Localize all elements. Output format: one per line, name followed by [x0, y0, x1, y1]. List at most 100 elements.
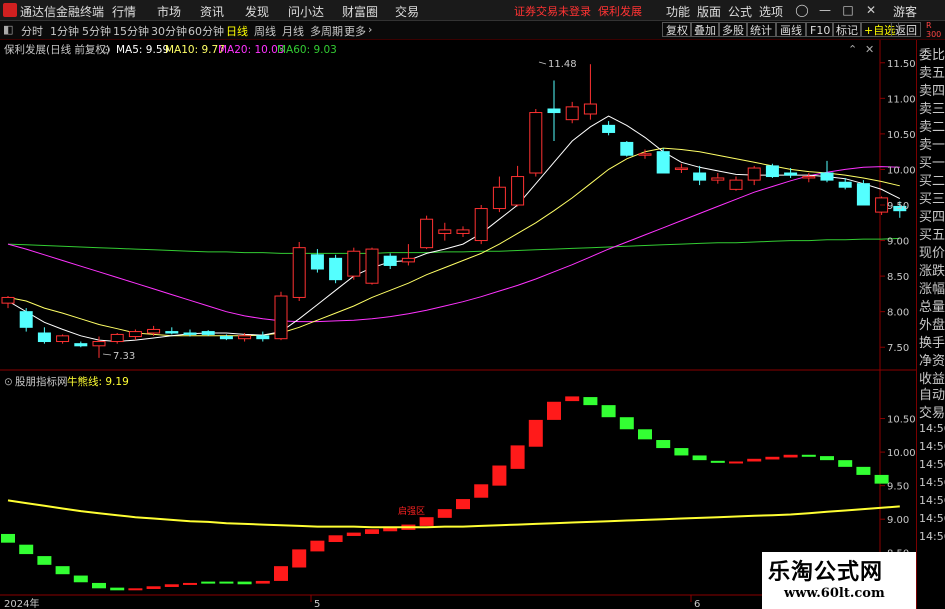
indicator-bar: [601, 405, 616, 418]
period-more[interactable]: 更多: [344, 23, 366, 39]
menu-discover[interactable]: 发现: [245, 3, 269, 20]
indicator-bar: [328, 535, 343, 543]
sub-tick-label: 10.50: [887, 415, 916, 426]
candle-body: [511, 176, 525, 206]
menu-quotes[interactable]: 行情: [112, 3, 136, 20]
quote-field-label: 涨跌: [919, 264, 945, 279]
multi-stock-button[interactable]: 多股: [718, 22, 748, 37]
quote-field-label: 卖五: [919, 66, 945, 81]
period-multi[interactable]: 多周期: [310, 23, 343, 39]
user-icon[interactable]: ◯: [795, 3, 809, 17]
quote-field-label: 买二: [919, 174, 945, 189]
trade-field-label[interactable]: 自动: [919, 384, 945, 403]
candle-body: [74, 343, 88, 347]
quote-side-panel: 委比 卖五 卖四 卖三 卖二 卖一 买一 买二 买三 买四 买五 现价 涨跌 涨幅 总量 外盘 换手 净资 收益 自动…: [916, 40, 945, 609]
candle-body: [420, 218, 434, 249]
back-button[interactable]: 返回: [891, 22, 921, 37]
menu-formula[interactable]: 公式: [728, 3, 752, 20]
menu-trade[interactable]: 交易: [395, 3, 419, 20]
ma20-line: [7, 166, 900, 323]
candle-body: [274, 295, 288, 340]
period-1min[interactable]: 1分钟: [50, 23, 79, 39]
period-60min[interactable]: 60分钟: [188, 23, 224, 39]
candle-body: [492, 186, 506, 210]
quote-field-label: 卖四: [919, 84, 945, 99]
indicator-bar: [310, 540, 325, 552]
price-tick-label: 10.00: [887, 165, 916, 176]
candle-body: [438, 229, 452, 234]
candle-body: [110, 333, 124, 343]
indicator-bar: [765, 456, 780, 460]
menu-wealth-circle[interactable]: 财富圈: [342, 3, 378, 20]
close-icon[interactable]: ✕: [864, 3, 878, 17]
collapse-icon[interactable]: ⌃: [848, 43, 857, 56]
chart-area[interactable]: 保利发展(日线 前复权) ⊙ MA5: 9.59 MA10: 9.77 MA20…: [0, 40, 916, 609]
quote-field-label: 卖二: [919, 120, 945, 135]
quote-field-label: 卖三: [919, 102, 945, 117]
trade-time: 14:56: [919, 530, 945, 543]
period-5min[interactable]: 5分钟: [82, 23, 111, 39]
candle-body: [602, 124, 616, 133]
menu-options[interactable]: 选项: [759, 3, 783, 20]
draw-line-button[interactable]: 画线: [776, 22, 806, 37]
toggle-icon[interactable]: ◧: [3, 23, 13, 36]
sub-expand-icon[interactable]: ⊙: [4, 376, 13, 388]
trade-field-label[interactable]: 交易: [919, 402, 945, 421]
statistics-button[interactable]: 统计: [746, 22, 776, 37]
indicator-bar: [437, 509, 452, 518]
close-pane-icon[interactable]: ✕: [865, 43, 874, 56]
quote-field-label: 委比: [919, 48, 945, 63]
menu-function[interactable]: 功能: [666, 3, 690, 20]
period-intraday[interactable]: 分时: [21, 23, 43, 39]
quote-field-label: 卖一: [919, 138, 945, 153]
menu-market[interactable]: 市场: [157, 3, 181, 20]
period-15min[interactable]: 15分钟: [113, 23, 149, 39]
menu-news[interactable]: 资讯: [200, 3, 224, 20]
candle-body: [56, 335, 70, 343]
minimize-icon[interactable]: —: [818, 3, 832, 17]
expand-icon[interactable]: ⊙: [102, 44, 111, 56]
menu-ask[interactable]: 问小达: [288, 3, 324, 20]
ma5-legend: MA5: 9.59: [116, 44, 169, 56]
period-30min[interactable]: 30分钟: [151, 23, 187, 39]
indicator-bar: [656, 440, 671, 449]
indicator-bar: [346, 532, 361, 536]
indicator-bar: [274, 566, 288, 581]
menu-layout[interactable]: 版面: [697, 3, 721, 20]
period-weekly[interactable]: 周线: [254, 23, 276, 39]
bull-bear-line: [7, 499, 900, 529]
candle-body: [165, 331, 179, 334]
r-badge-number: 300: [926, 30, 942, 39]
indicator-bar: [565, 396, 580, 402]
mark-button[interactable]: 标记: [832, 22, 862, 37]
indicator-bar: [547, 401, 561, 420]
candle-body: [256, 335, 270, 340]
quote-field-label: 外盘: [919, 318, 945, 333]
adjust-button[interactable]: 复权: [662, 22, 692, 37]
indicator-bar: [838, 460, 853, 467]
trade-time: 14:56: [919, 512, 945, 525]
quote-field-label: 涨幅: [919, 282, 945, 297]
trade-time: 14:56: [919, 494, 945, 507]
overlay-button[interactable]: 叠加: [690, 22, 720, 37]
price-tick-label: 9.50: [887, 201, 909, 212]
indicator-bar: [92, 582, 106, 589]
login-notice[interactable]: 证券交易未登录 保利发展: [514, 3, 642, 19]
period-monthly[interactable]: 月线: [282, 23, 304, 39]
maximize-icon[interactable]: □: [841, 3, 855, 17]
candle-body: [693, 172, 707, 181]
candle-body: [92, 341, 106, 347]
chevron-right-icon[interactable]: ›: [368, 23, 372, 36]
indicator-bar: [183, 582, 197, 585]
indicator-bar: [255, 580, 270, 584]
guest-label[interactable]: 游客: [893, 3, 917, 20]
candle-body: [219, 336, 233, 340]
quote-field-label: 买五: [919, 228, 945, 243]
indicator-bar: [528, 419, 543, 447]
high-price-marker: 11.48: [548, 59, 577, 70]
candle-body: [784, 172, 798, 176]
low-price-marker: 7.33: [113, 351, 135, 362]
f10-button[interactable]: F10: [806, 22, 835, 37]
candle-body: [747, 167, 761, 181]
period-daily[interactable]: 日线: [226, 23, 248, 39]
